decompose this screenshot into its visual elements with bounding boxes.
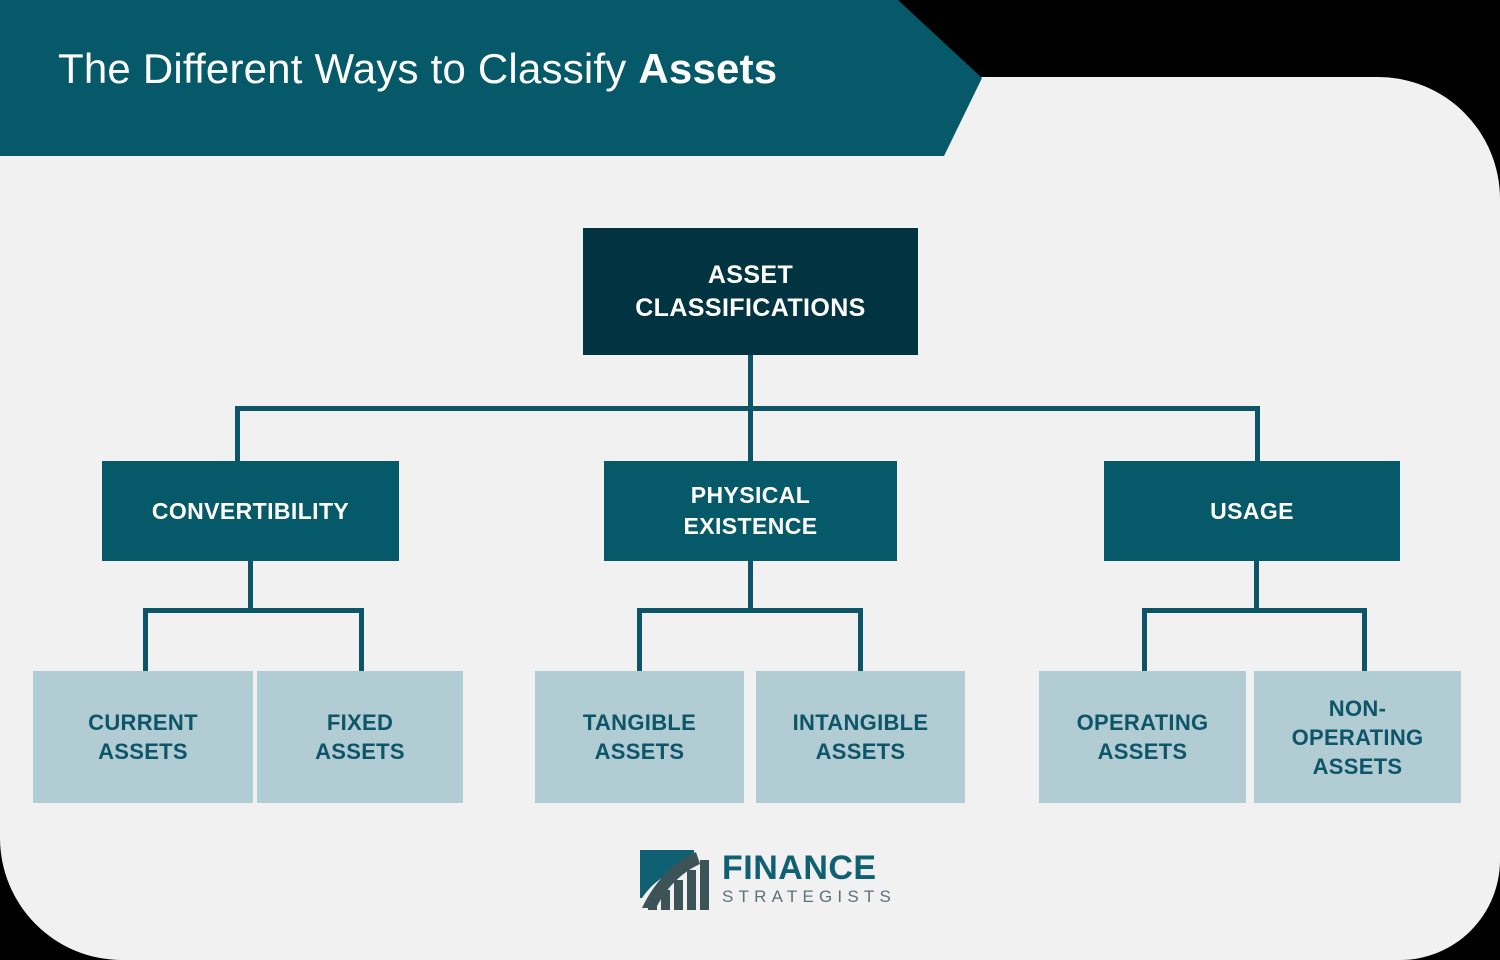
- connector-convertibility-rail: [143, 608, 364, 613]
- node-branch-convertibility[interactable]: CONVERTIBILITY: [102, 461, 399, 561]
- node-label: CURRENT ASSETS: [88, 710, 198, 764]
- node-label: INTANGIBLE ASSETS: [792, 710, 929, 764]
- node-label: PHYSICAL EXISTENCE: [683, 482, 818, 539]
- logo-word-finance: FINANCE: [722, 849, 877, 887]
- connector-rail-to-convertibility: [235, 406, 240, 462]
- finance-strategists-logo-icon: [640, 850, 709, 910]
- connector-physical-existence-rail: [637, 608, 863, 613]
- node-branch-usage[interactable]: USAGE: [1104, 461, 1400, 561]
- node-branch-physical-existence[interactable]: PHYSICAL EXISTENCE: [604, 461, 897, 561]
- node-label: FIXED ASSETS: [315, 710, 405, 764]
- infographic-canvas: The Different Ways to Classify Assets AS…: [0, 0, 1500, 960]
- connector-rail-to-usage: [1255, 406, 1260, 462]
- node-root-asset-classifications[interactable]: ASSET CLASSIFICATIONS: [583, 228, 918, 355]
- node-leaf-fixed-assets[interactable]: FIXED ASSETS: [257, 671, 463, 803]
- logo-word-strategists: STRATEGISTS: [722, 887, 897, 906]
- node-leaf-current-assets[interactable]: CURRENT ASSETS: [33, 671, 253, 803]
- connector-convertibility-to-current: [143, 608, 148, 672]
- asset-classification-tree: ASSET CLASSIFICATIONS CONVERTIBILITY CUR…: [0, 0, 1500, 960]
- brand-logo[interactable]: FINANCE STRATEGISTS: [636, 846, 891, 918]
- node-label: CONVERTIBILITY: [151, 497, 350, 524]
- connector-root-stem: [748, 355, 753, 411]
- connector-convertibility-stem: [248, 561, 253, 611]
- connector-usage-to-non-operating: [1362, 608, 1367, 672]
- connector-physical-existence-to-intangible: [858, 608, 863, 672]
- logo-wordmark: FINANCE STRATEGISTS: [722, 850, 896, 908]
- connector-usage-rail: [1142, 608, 1367, 613]
- connector-usage-stem: [1254, 561, 1259, 611]
- node-label: OPERATING ASSETS: [1076, 710, 1209, 764]
- node-leaf-non-operating-assets[interactable]: NON- OPERATING ASSETS: [1254, 671, 1461, 803]
- node-leaf-intangible-assets[interactable]: INTANGIBLE ASSETS: [756, 671, 965, 803]
- node-label: TANGIBLE ASSETS: [582, 710, 697, 764]
- node-label: USAGE: [1210, 497, 1294, 524]
- node-leaf-operating-assets[interactable]: OPERATING ASSETS: [1039, 671, 1246, 803]
- connector-physical-existence-stem: [748, 561, 753, 611]
- connector-rail-to-physical-existence: [748, 406, 753, 462]
- node-leaf-tangible-assets[interactable]: TANGIBLE ASSETS: [535, 671, 744, 803]
- connector-usage-to-operating: [1142, 608, 1147, 672]
- node-label: NON- OPERATING ASSETS: [1291, 695, 1424, 779]
- connector-physical-existence-to-tangible: [637, 608, 642, 672]
- connector-convertibility-to-fixed: [359, 608, 364, 672]
- node-label: ASSET CLASSIFICATIONS: [635, 260, 866, 322]
